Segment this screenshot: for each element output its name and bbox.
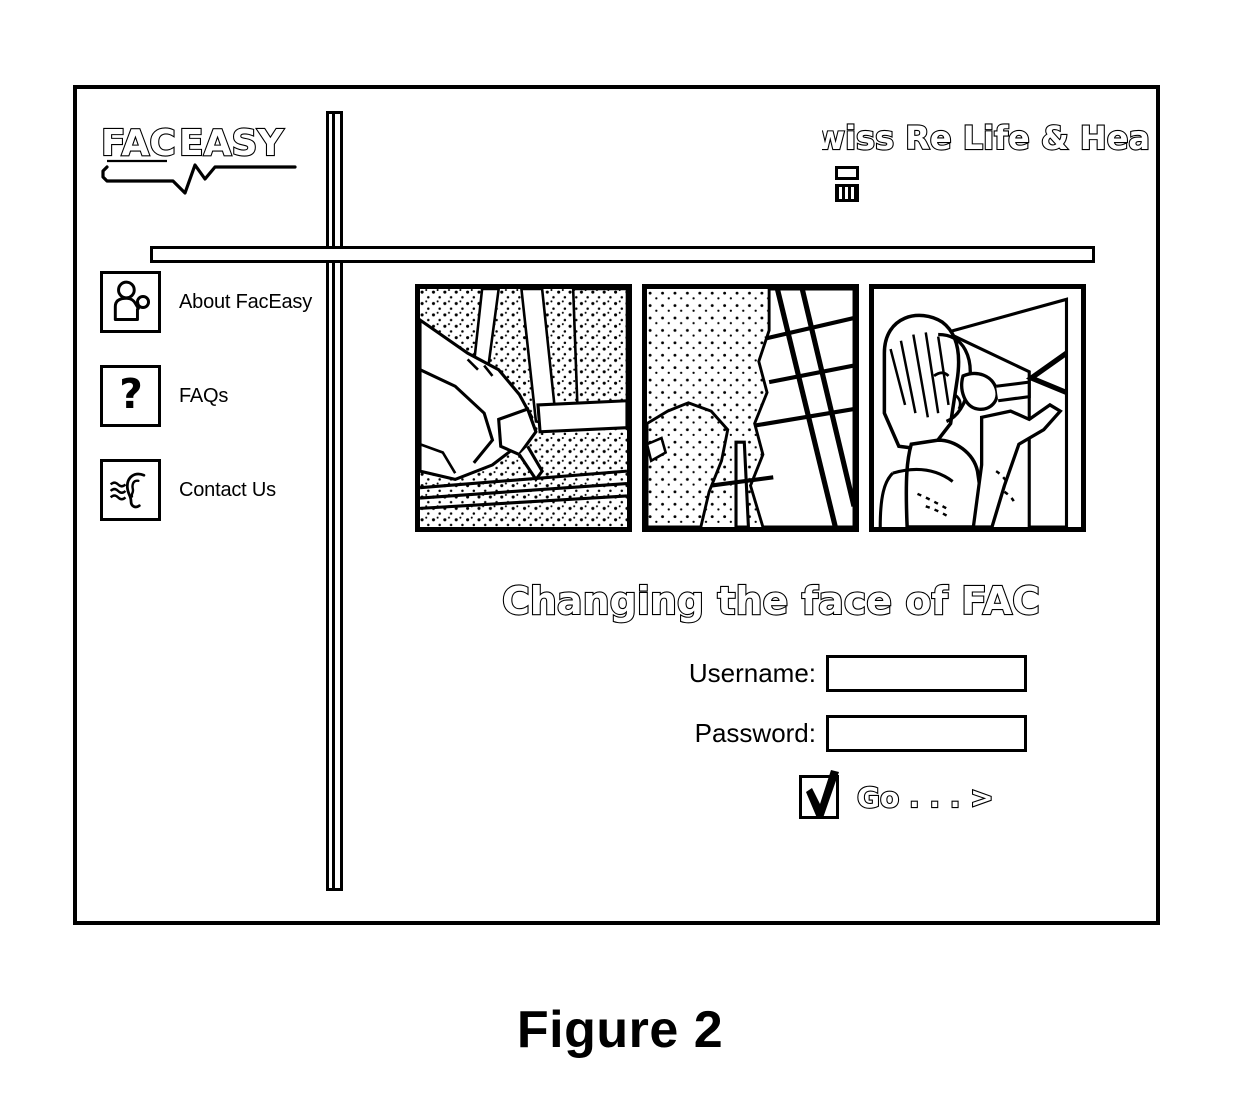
tagline-text: Changing the face of FAC [502, 579, 1040, 623]
sidebar-item-about-faceasy[interactable]: About FacEasy [100, 271, 320, 333]
hero-panel-abstract-structure [642, 284, 859, 532]
hero-panel-woman-pointing [869, 284, 1086, 532]
go-checkbox[interactable] [799, 770, 839, 819]
partner-name-label: Swiss Re Life & Hea [822, 119, 1150, 157]
go-button-label: Go . . . > [857, 781, 994, 814]
person-presenter-icon [100, 271, 161, 333]
partner-branding: Swiss Re Life & Hea [822, 115, 1152, 202]
figure-caption: Figure 2 [516, 1001, 724, 1059]
sidebar-item-contact-us[interactable]: Contact Us [100, 459, 320, 521]
sidebar-item-label-faqs: FAQs [179, 384, 229, 407]
tagline: Changing the face of FAC [415, 574, 1127, 628]
horizontal-divider-bar [150, 246, 1095, 263]
partner-name-text: Swiss Re Life & Hea [822, 118, 1151, 158]
go-button[interactable]: Go . . . > [855, 777, 995, 817]
password-input[interactable] [826, 715, 1027, 752]
question-mark-icon: ? [100, 365, 161, 427]
logo-waveform-icon [101, 163, 297, 195]
ear-listening-icon [100, 459, 161, 521]
sidebar-navigation: About FacEasy ? FAQs Contact Us [100, 271, 320, 553]
logo-text-fac: FAC [101, 123, 176, 164]
sidebar-item-label-contact-us: Contact Us [179, 478, 276, 501]
submit-row: Go . . . > [799, 770, 1027, 819]
logo-text-easy: EASY [179, 123, 284, 164]
login-form: Username: Password: Go . . . > [507, 655, 1027, 819]
svg-text:?: ? [119, 372, 143, 418]
sidebar-item-label-about-faceasy: About FacEasy [179, 290, 313, 313]
password-label: Password: [694, 718, 816, 748]
sidebar-item-faqs[interactable]: ? FAQs [100, 365, 320, 427]
username-row: Username: [507, 655, 1027, 692]
username-label: Username: [688, 658, 816, 688]
checkmark-icon [806, 770, 839, 818]
hero-panel-hand-writing [415, 284, 632, 532]
application-window-frame: FAC EASY Swiss Re Life & Hea About FacEa… [73, 85, 1160, 925]
username-input[interactable] [826, 655, 1027, 692]
password-row: Password: [507, 715, 1027, 752]
vertical-divider-bar [326, 111, 343, 891]
faceasy-logo[interactable]: FAC EASY [97, 115, 307, 195]
building-icon [835, 166, 859, 202]
hero-image-strip [415, 284, 1086, 532]
